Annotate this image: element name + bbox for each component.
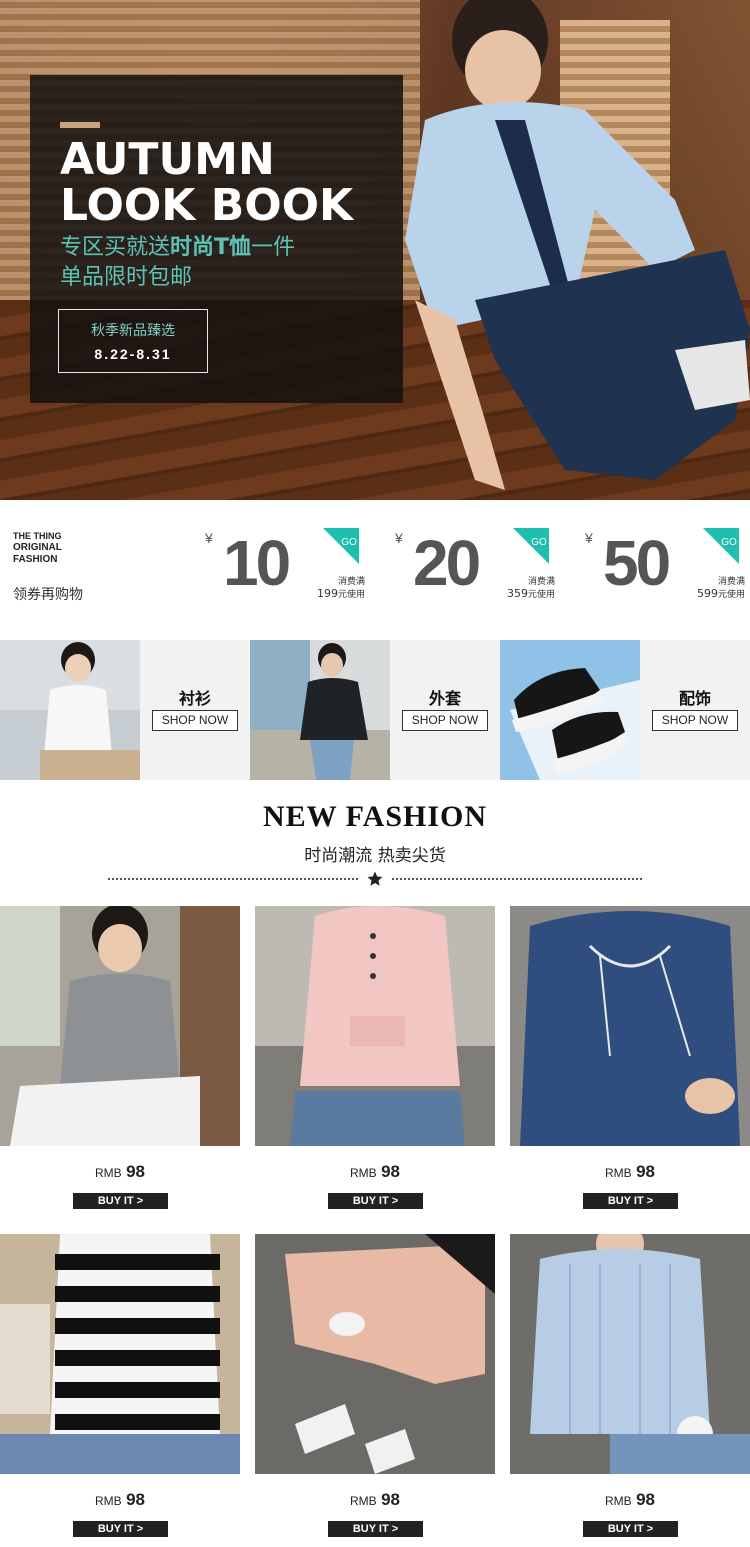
hero-model-image xyxy=(405,0,750,490)
buy-it-button[interactable]: BUY IT > xyxy=(583,1193,678,1209)
category-name: 衬衫 xyxy=(178,689,211,708)
go-badge-icon[interactable]: GO xyxy=(513,528,549,564)
product-image xyxy=(255,1234,495,1474)
coupon-condition: 消费满 599元使用 xyxy=(696,577,745,600)
coupon-cta-text: 领券再购物 xyxy=(13,587,83,603)
product-card[interactable]: RMB 98 BUY IT > xyxy=(510,906,750,1209)
hero-accent-bar xyxy=(60,122,100,128)
coupon-currency: ¥ xyxy=(395,530,403,546)
coupon-50[interactable]: ¥ 50 GO 消费满 599元使用 xyxy=(585,524,745,614)
product-price: RMB 98 xyxy=(349,1162,401,1181)
shop-now-button[interactable]: SHOP NOW xyxy=(402,710,488,731)
product-card[interactable]: RMB 98 BUY IT > xyxy=(255,1234,495,1537)
coupon-amount: 20 xyxy=(413,527,481,599)
category-shirts-image xyxy=(0,640,140,780)
divider-right xyxy=(392,878,642,880)
product-card[interactable]: RMB 98 BUY IT > xyxy=(0,1234,240,1537)
brand-logo: THE THING ORIGINAL FASHION xyxy=(13,531,62,565)
coupon-20[interactable]: ¥ 20 GO 消费满 359元使用 xyxy=(395,524,555,614)
hero-date-range: 8.22-8.31 xyxy=(94,346,172,362)
hero-promo-panel: AUTUMN LOOK BOOK 专区买就送时尚T恤一件 单品限时包邮 秋季新品… xyxy=(30,75,403,403)
product-price: RMB 98 xyxy=(604,1490,656,1509)
category-name: 配饰 xyxy=(678,689,711,708)
product-price: RMB 98 xyxy=(94,1490,146,1509)
divider-left xyxy=(108,878,358,880)
svg-text:GO: GO xyxy=(531,537,547,548)
go-badge-icon[interactable]: GO xyxy=(323,528,359,564)
buy-it-button[interactable]: BUY IT > xyxy=(73,1521,168,1537)
buy-it-button[interactable]: BUY IT > xyxy=(73,1193,168,1209)
hero-title: AUTUMN LOOK BOOK xyxy=(60,134,354,231)
section-title: NEW FASHION xyxy=(262,800,488,833)
product-image xyxy=(0,906,240,1146)
product-price: RMB 98 xyxy=(604,1162,656,1181)
shop-now-button[interactable]: SHOP NOW xyxy=(652,710,738,731)
star-icon xyxy=(367,871,383,886)
buy-it-button[interactable]: BUY IT > xyxy=(583,1521,678,1537)
svg-text:GO: GO xyxy=(721,537,737,548)
category-name: 外套 xyxy=(428,689,461,708)
category-accessories[interactable]: 配饰 SHOP NOW xyxy=(500,640,750,780)
go-badge-icon[interactable]: GO xyxy=(703,528,739,564)
product-price: RMB 98 xyxy=(349,1490,401,1509)
hero-date-box[interactable]: 秋季新品臻选 8.22-8.31 xyxy=(58,309,208,373)
section-subtitle: 时尚潮流 热卖尖货 xyxy=(304,846,446,866)
category-row: 衬衫 SHOP NOW 外套 SHOP NOW 配饰 SHOP NOW xyxy=(0,640,750,780)
hero-subtitle: 专区买就送时尚T恤一件 单品限时包邮 xyxy=(60,235,296,290)
hero-date-label: 秋季新品臻选 xyxy=(91,323,175,339)
product-card[interactable]: RMB 98 BUY IT > xyxy=(0,906,240,1209)
buy-it-button[interactable]: BUY IT > xyxy=(328,1521,423,1537)
coupon-condition: 消费满 199元使用 xyxy=(316,577,365,600)
coupon-condition: 消费满 359元使用 xyxy=(506,577,555,600)
coupon-currency: ¥ xyxy=(205,530,213,546)
product-card[interactable]: RMB 98 BUY IT > xyxy=(510,1234,750,1537)
category-accessories-image xyxy=(500,640,640,780)
product-image xyxy=(510,906,750,1146)
svg-text:GO: GO xyxy=(341,537,357,548)
product-image xyxy=(510,1234,750,1474)
hero-banner[interactable]: AUTUMN LOOK BOOK 专区买就送时尚T恤一件 单品限时包邮 秋季新品… xyxy=(0,0,750,500)
coupon-currency: ¥ xyxy=(585,530,593,546)
coupon-10[interactable]: ¥ 10 GO 消费满 199元使用 xyxy=(205,524,365,614)
category-jackets-image xyxy=(250,640,390,780)
category-jackets[interactable]: 外套 SHOP NOW xyxy=(250,640,500,780)
category-shirts[interactable]: 衬衫 SHOP NOW xyxy=(0,640,250,780)
product-image xyxy=(255,906,495,1146)
product-price: RMB 98 xyxy=(94,1162,146,1181)
product-image xyxy=(0,1234,240,1474)
shop-now-button[interactable]: SHOP NOW xyxy=(152,710,238,731)
product-card[interactable]: RMB 98 BUY IT > xyxy=(255,906,495,1209)
coupon-amount: 50 xyxy=(603,527,671,599)
coupon-strip: THE THING ORIGINAL FASHION 领券再购物 ¥ 10 GO… xyxy=(0,500,750,640)
buy-it-button[interactable]: BUY IT > xyxy=(328,1193,423,1209)
coupon-amount: 10 xyxy=(223,527,291,599)
